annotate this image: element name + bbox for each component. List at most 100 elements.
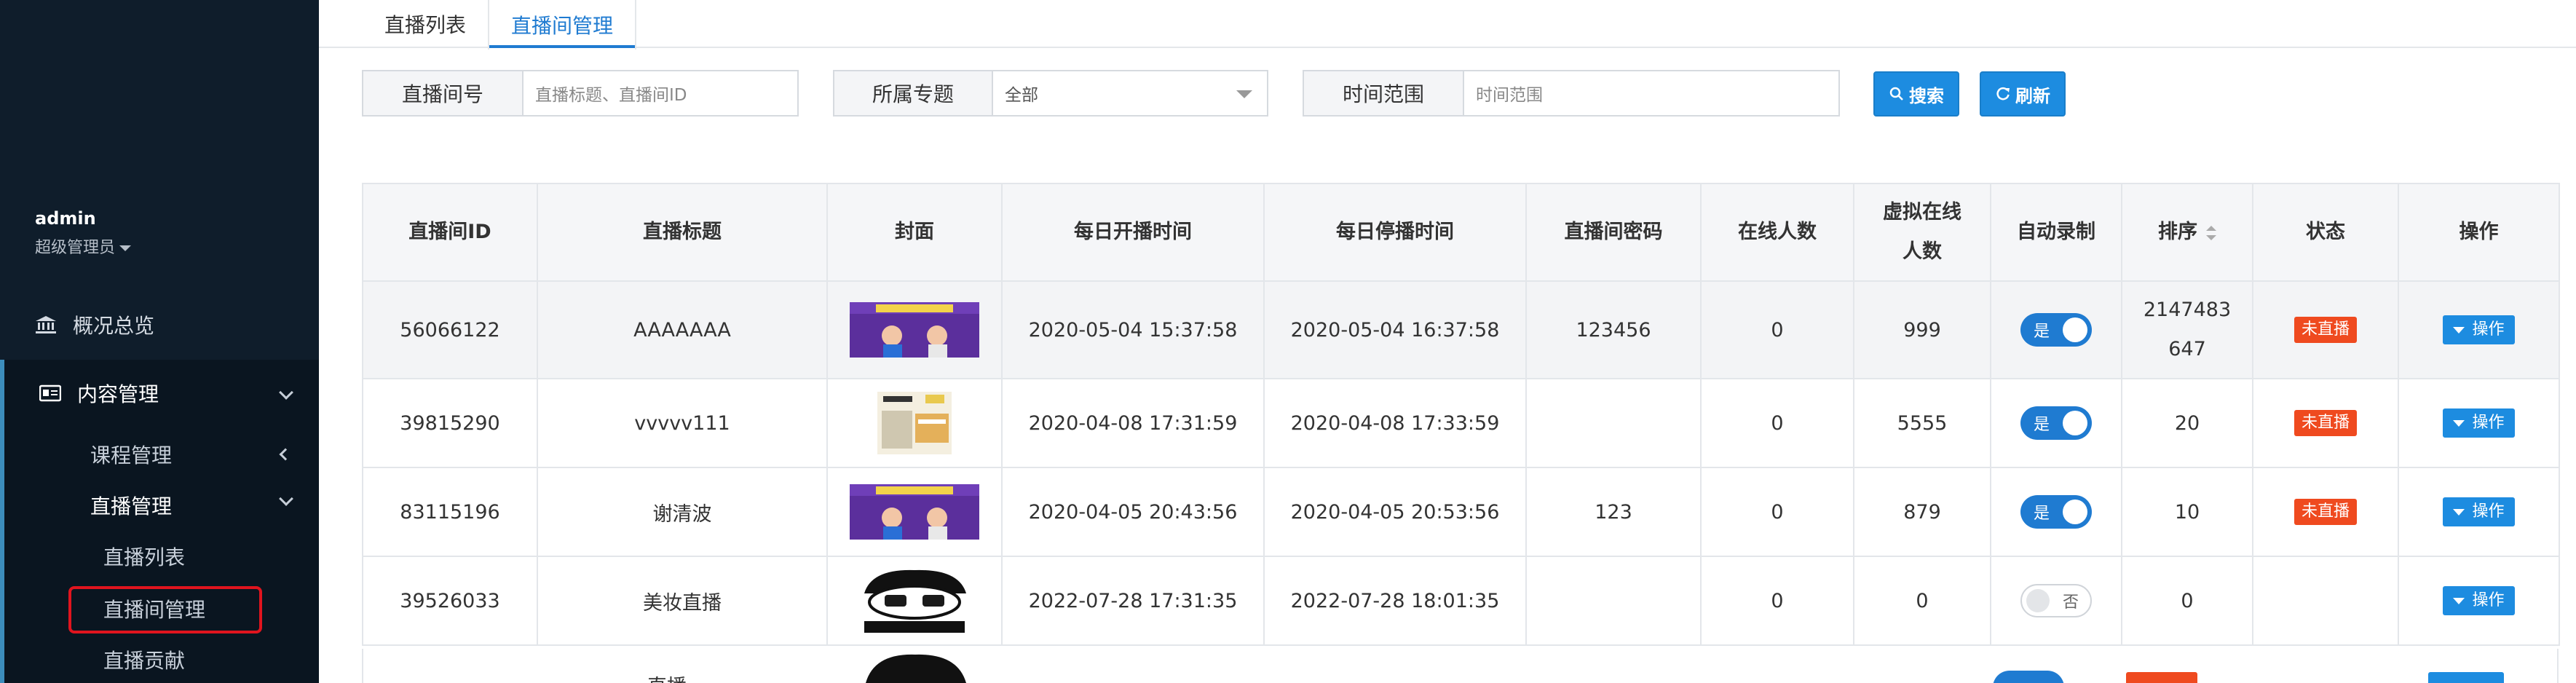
sidebar-item-course-mgmt-label: 课程管理: [90, 443, 173, 467]
col-header-status: 状态: [2252, 183, 2399, 282]
cell-title: 美妆直播: [537, 556, 828, 646]
operation-label: 操作: [2472, 414, 2505, 432]
refresh-button-label: 刷新: [2015, 85, 2050, 106]
sidebar-item-overview-label: 概况总览: [73, 314, 155, 338]
chevron-down-icon: [279, 491, 293, 506]
cell-stop-time: 2020-05-04 16:37:58: [1263, 280, 1527, 379]
room-no-label: 直播间号: [363, 71, 524, 115]
cell-title: 谢清波: [537, 467, 828, 557]
caret-down-icon: [119, 245, 132, 251]
time-range-input[interactable]: 时间范围: [1464, 71, 1838, 115]
cell-status: 未直播: [2252, 280, 2399, 379]
cell-status: 未直播: [2252, 378, 2399, 468]
cell-title-partial: 直播: [647, 671, 687, 683]
room-no-input[interactable]: 直播标题、直播间ID: [524, 71, 797, 115]
sidebar-group-content: 内容管理 课程管理 直播管理 直播列表 直播间管理 直播贡献: [0, 360, 319, 683]
cell-id: 39815290: [362, 378, 538, 468]
cell-auto-record: 是: [1990, 280, 2122, 379]
toggle-knob: [2063, 500, 2087, 524]
auto-record-toggle[interactable]: 是: [2020, 313, 2092, 347]
sidebar-item-live-mgmt[interactable]: 直播管理: [90, 491, 172, 520]
cell-stop-time: 2022-07-28 18:01:35: [1263, 556, 1527, 646]
topic-select[interactable]: 全部: [993, 71, 1267, 115]
toggle-knob: [2063, 317, 2087, 342]
table-row: 39526033 美妆直播 2022-07-28 17:31:35 2022-0…: [362, 556, 2560, 646]
status-badge: 未直播: [2293, 410, 2357, 436]
col-header-start: 每日开播时间: [1001, 183, 1265, 282]
caret-down-icon: [1236, 90, 1252, 98]
cell-cover: [826, 280, 1003, 379]
cell-start-time: 2020-04-05 20:43:56: [1001, 467, 1265, 557]
toggle-label: 是: [2034, 323, 2050, 341]
cover-image: [850, 302, 979, 358]
sort-value-line2: 647: [2168, 338, 2206, 360]
toggle-label: 是: [2034, 505, 2050, 523]
operation-dropdown-button-partial[interactable]: [2428, 672, 2504, 683]
col-header-virtual-line1: 虚拟在线: [1883, 201, 1961, 224]
cell-id: 83115196: [362, 467, 538, 557]
operation-dropdown-button[interactable]: 操作: [2443, 408, 2515, 438]
table-header-row: 直播间ID 直播标题 封面 每日开播时间 每日停播时间 直播间密码 在线人数 虚…: [362, 183, 2560, 282]
refresh-button[interactable]: 刷新: [1980, 71, 2066, 117]
operation-label: 操作: [2472, 320, 2505, 339]
chevron-left-icon: [279, 448, 292, 461]
caret-down-icon: [2453, 326, 2465, 333]
operation-label: 操作: [2472, 591, 2505, 609]
cell-id: 39526033: [362, 556, 538, 646]
sidebar-item-live-list-label: 直播列表: [103, 545, 186, 569]
sidebar-item-course-mgmt[interactable]: 课程管理: [90, 440, 172, 469]
auto-record-toggle[interactable]: 是: [2020, 495, 2092, 529]
tab-bar: 直播列表 直播间管理: [319, 0, 2576, 50]
col-header-id: 直播间ID: [362, 183, 538, 282]
sidebar-item-live-contrib[interactable]: 直播贡献: [103, 645, 185, 674]
cell-auto-record: 是: [1990, 467, 2122, 557]
live-room-table: 直播间ID 直播标题 封面 每日开播时间 每日停播时间 直播间密码 在线人数 虚…: [362, 183, 2560, 646]
col-header-password: 直播间密码: [1525, 183, 1702, 282]
sort-icon[interactable]: [2206, 225, 2216, 240]
cell-auto-record: 否: [1990, 556, 2122, 646]
user-role-dropdown[interactable]: 超级管理员: [35, 234, 132, 258]
operation-dropdown-button[interactable]: 操作: [2443, 586, 2515, 615]
col-header-sort-label: 排序: [2158, 221, 2197, 243]
cell-password: [1525, 378, 1702, 468]
col-header-virtual: 虚拟在线 人数: [1853, 183, 1991, 282]
cell-stop-time: 2020-04-08 17:33:59: [1263, 378, 1527, 468]
bank-icon: [36, 316, 56, 333]
auto-record-toggle[interactable]: 是: [2020, 406, 2092, 440]
cell-sort: 20: [2121, 378, 2253, 468]
sort-value-line1: 2147483: [2143, 299, 2232, 321]
time-range-filter: 时间范围 时间范围: [1303, 70, 1840, 117]
cover-image: [850, 484, 979, 540]
refresh-icon: [1996, 87, 2010, 100]
toggle-knob: [2026, 589, 2050, 612]
cover-image: [866, 654, 966, 683]
cell-title: AAAAAAA: [537, 280, 828, 379]
operation-dropdown-button[interactable]: 操作: [2443, 315, 2515, 344]
tab-live-room-mgmt[interactable]: 直播间管理: [488, 0, 637, 50]
tab-live-list[interactable]: 直播列表: [384, 0, 466, 48]
toggle-knob: [2063, 411, 2087, 435]
col-header-sort[interactable]: 排序: [2121, 183, 2253, 282]
cell-ops: 操作: [2398, 378, 2560, 468]
sidebar-item-overview[interactable]: 概况总览: [0, 297, 319, 352]
cell-sort: 10: [2121, 467, 2253, 557]
cell-cover: [826, 556, 1003, 646]
auto-record-toggle-partial[interactable]: [1993, 671, 2064, 683]
status-badge: 未直播: [2293, 499, 2357, 525]
topic-select-value: 全部: [1005, 86, 1038, 105]
col-header-title: 直播标题: [537, 183, 828, 282]
sidebar-item-live-list[interactable]: 直播列表: [103, 542, 185, 571]
cell-start-time: 2020-05-04 15:37:58: [1001, 280, 1265, 379]
cell-start-time: 2020-04-08 17:31:59: [1001, 378, 1265, 468]
cell-online: 0: [1700, 280, 1854, 379]
search-button[interactable]: 搜索: [1873, 71, 1959, 117]
cell-status: [2252, 556, 2399, 646]
sidebar-item-content-mgmt[interactable]: 内容管理: [4, 379, 319, 408]
cell-status: 未直播: [2252, 467, 2399, 557]
cell-virtual: 0: [1853, 556, 1991, 646]
auto-record-toggle[interactable]: 否: [2020, 584, 2092, 617]
operation-dropdown-button[interactable]: 操作: [2443, 497, 2515, 526]
time-range-label: 时间范围: [1304, 71, 1464, 115]
cell-sort: 0: [2121, 556, 2253, 646]
cell-ops: 操作: [2398, 280, 2560, 379]
